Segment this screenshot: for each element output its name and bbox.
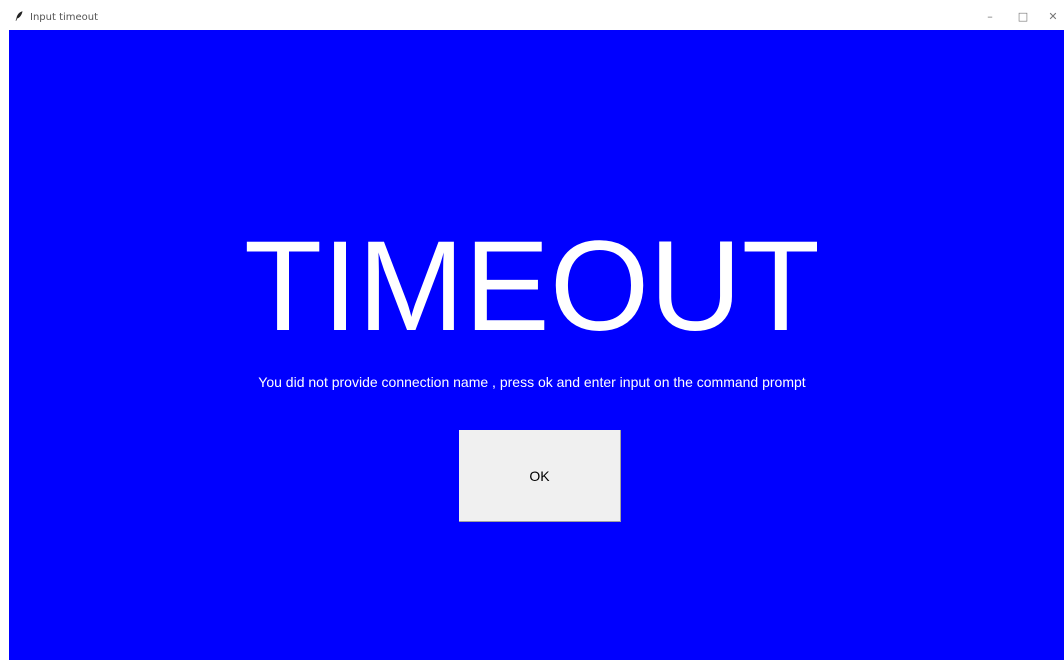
timeout-message: You did not provide connection name , pr… (258, 374, 806, 390)
feather-icon (15, 11, 23, 21)
minimize-button[interactable]: – (979, 9, 1001, 25)
app-window: Input timeout – □ ✕ TIMEOUT You did not … (0, 0, 1064, 660)
title-bar[interactable]: Input timeout – □ ✕ (0, 0, 1064, 30)
ok-button[interactable]: OK (459, 430, 621, 522)
dialog-body: TIMEOUT You did not provide connection n… (9, 30, 1064, 660)
window-title: Input timeout (30, 12, 99, 23)
close-button[interactable]: ✕ (1042, 9, 1064, 25)
maximize-button[interactable]: □ (1012, 9, 1034, 25)
timeout-heading: TIMEOUT (244, 215, 820, 358)
